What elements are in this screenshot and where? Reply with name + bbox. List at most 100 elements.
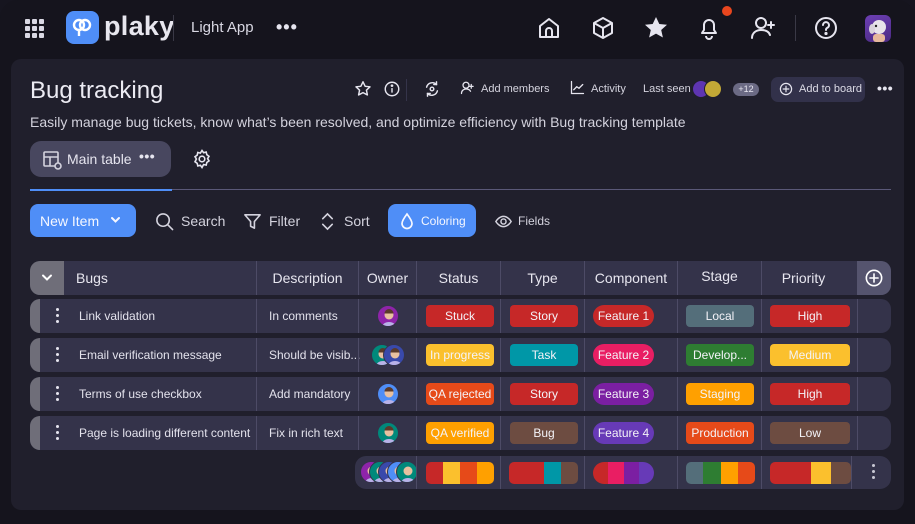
cell-type[interactable]: Story — [500, 377, 584, 411]
view-settings-icon[interactable] — [192, 149, 212, 174]
owner-avatar[interactable] — [377, 383, 399, 405]
row-menu-icon[interactable] — [56, 386, 60, 402]
component-chip[interactable]: Feature 2 — [593, 344, 654, 366]
cell-description[interactable]: Fix in rich text — [256, 416, 358, 450]
column-header-status[interactable]: Status — [416, 261, 500, 295]
cell-priority[interactable]: Medium — [761, 338, 850, 372]
plaky-logo-icon[interactable] — [66, 11, 99, 44]
sync-icon[interactable] — [423, 80, 443, 100]
cell-type[interactable]: Story — [500, 299, 584, 333]
priority-chip[interactable]: High — [770, 383, 850, 405]
search-button[interactable]: Search — [155, 204, 225, 237]
workspace-more-button[interactable]: ••• — [276, 17, 298, 38]
cell-component[interactable]: Feature 4 — [584, 416, 677, 450]
add-user-icon[interactable] — [749, 14, 777, 42]
row-menu-icon[interactable] — [56, 308, 60, 324]
cell-description[interactable]: Should be visib... — [256, 338, 360, 372]
home-icon[interactable] — [535, 14, 563, 42]
sort-button[interactable]: Sort — [318, 204, 372, 237]
column-header-description[interactable]: Description — [256, 261, 358, 295]
collapse-group-button[interactable] — [30, 261, 64, 295]
row-menu-icon[interactable] — [56, 347, 60, 363]
column-header-priority[interactable]: Priority — [761, 261, 845, 295]
last-seen-avatar[interactable] — [704, 80, 722, 98]
column-header-owner[interactable]: Owner — [358, 261, 416, 295]
help-icon[interactable] — [812, 14, 840, 42]
owner-avatar[interactable] — [383, 344, 405, 366]
cell-stage[interactable]: Production — [677, 416, 761, 450]
cell-type[interactable]: Bug — [500, 416, 584, 450]
cell-bug[interactable]: Link validation — [67, 299, 256, 333]
cell-priority[interactable]: Low — [761, 416, 850, 450]
cell-priority[interactable]: High — [761, 299, 850, 333]
row-menu-icon[interactable] — [56, 425, 60, 441]
table-row[interactable]: Email verification message Should be visi… — [30, 338, 891, 372]
owner-avatar[interactable] — [396, 461, 418, 483]
tab-main-table[interactable]: Main table ••• — [30, 141, 171, 177]
cell-status[interactable]: QA rejected — [416, 377, 500, 411]
priority-chip[interactable]: High — [770, 305, 850, 327]
status-chip[interactable]: In progress — [426, 344, 494, 366]
type-chip[interactable]: Task — [510, 344, 578, 366]
activity-chart-icon[interactable] — [570, 80, 590, 100]
favorite-star-icon[interactable] — [354, 80, 374, 100]
status-chip[interactable]: QA verified — [426, 422, 494, 444]
coloring-button[interactable]: Coloring — [388, 204, 476, 237]
cell-status[interactable]: Stuck — [416, 299, 500, 333]
column-header-component[interactable]: Component — [584, 261, 677, 295]
table-row[interactable]: Terms of use checkbox Add mandatory QA rej… — [30, 377, 891, 411]
cell-owner[interactable] — [358, 299, 416, 333]
new-item-button[interactable]: New Item — [30, 204, 136, 237]
add-column-button[interactable] — [857, 261, 891, 295]
cell-bug[interactable]: Email verification message — [67, 338, 256, 372]
cell-status[interactable]: QA verified — [416, 416, 500, 450]
user-avatar[interactable] — [865, 15, 891, 42]
star-icon[interactable] — [642, 14, 670, 42]
component-chip[interactable]: Feature 3 — [593, 383, 654, 405]
cell-component[interactable]: Feature 1 — [584, 299, 677, 333]
cell-type[interactable]: Task — [500, 338, 584, 372]
row-drag-handle[interactable] — [30, 299, 40, 333]
summary-more-button[interactable] — [851, 456, 891, 489]
stage-chip[interactable]: Production — [686, 422, 754, 444]
add-members-button[interactable]: Add members — [481, 83, 549, 95]
fields-button[interactable]: Fields — [495, 204, 555, 237]
cell-owner[interactable] — [358, 416, 416, 450]
stage-chip[interactable]: Develop... — [686, 344, 754, 366]
tab-more-button[interactable]: ••• — [139, 148, 155, 164]
cell-stage[interactable]: Develop... — [677, 338, 761, 372]
cell-description[interactable]: Add mandatory — [256, 377, 358, 411]
last-seen-count-badge[interactable]: +12 — [733, 83, 759, 96]
column-header-type[interactable]: Type — [500, 261, 584, 295]
stage-chip[interactable]: Staging — [686, 383, 754, 405]
cell-component[interactable]: Feature 2 — [584, 338, 677, 372]
row-drag-handle[interactable] — [30, 377, 40, 411]
row-drag-handle[interactable] — [30, 338, 40, 372]
table-row[interactable]: Page is loading different content Fix in … — [30, 416, 891, 450]
cell-component[interactable]: Feature 3 — [584, 377, 677, 411]
activity-button[interactable]: Activity — [591, 83, 626, 95]
cell-bug[interactable]: Page is loading different content — [67, 416, 256, 450]
cell-owner[interactable] — [358, 338, 416, 372]
cell-stage[interactable]: Staging — [677, 377, 761, 411]
bell-icon[interactable] — [695, 14, 723, 42]
cell-stage[interactable]: Local — [677, 299, 761, 333]
cell-bug[interactable]: Terms of use checkbox — [67, 377, 256, 411]
apps-grid-icon[interactable] — [25, 19, 44, 38]
component-chip[interactable]: Feature 1 — [593, 305, 654, 327]
priority-chip[interactable]: Low — [770, 422, 850, 444]
type-chip[interactable]: Bug — [510, 422, 578, 444]
type-chip[interactable]: Story — [510, 383, 578, 405]
status-chip[interactable]: QA rejected — [426, 383, 494, 405]
cell-status[interactable]: In progress — [416, 338, 500, 372]
cell-owner[interactable] — [358, 377, 416, 411]
owner-avatar[interactable] — [377, 422, 399, 444]
info-icon[interactable] — [383, 80, 403, 100]
component-chip[interactable]: Feature 4 — [593, 422, 654, 444]
type-chip[interactable]: Story — [510, 305, 578, 327]
status-chip[interactable]: Stuck — [426, 305, 494, 327]
cell-description[interactable]: In comments — [256, 299, 358, 333]
cube-icon[interactable] — [589, 14, 617, 42]
cell-priority[interactable]: High — [761, 377, 850, 411]
owner-avatar[interactable] — [377, 305, 399, 327]
